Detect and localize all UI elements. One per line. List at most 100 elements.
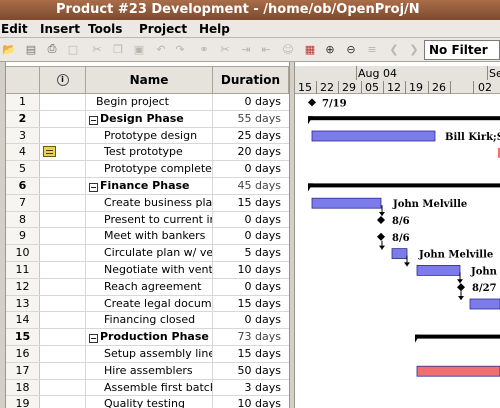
indent-icon[interactable]: ⇥	[238, 41, 254, 57]
duration-cell[interactable]: 55 days	[213, 111, 289, 127]
task-bar[interactable]	[391, 248, 408, 260]
duration-cell[interactable]: 20 days	[213, 144, 289, 160]
row-number[interactable]: 19	[6, 396, 40, 408]
open-icon[interactable]: 📂	[1, 41, 17, 57]
duration-cell[interactable]: 0 days	[213, 279, 289, 295]
milestone[interactable]	[308, 98, 316, 107]
duration-cell[interactable]: 25 days	[213, 128, 289, 144]
duration-cell[interactable]: 0 days	[213, 212, 289, 228]
print-icon[interactable]: ⎙	[44, 41, 60, 57]
task-bar[interactable]	[416, 264, 461, 276]
task-row[interactable]: 11 Negotiate with venture10 days	[6, 262, 289, 279]
menu-project[interactable]: Project	[139, 20, 187, 38]
row-number[interactable]: 11	[6, 262, 40, 278]
duration-cell[interactable]: 0 days	[213, 228, 289, 244]
row-number[interactable]: 12	[6, 278, 40, 295]
task-name-cell[interactable]: Hire assemblers	[86, 362, 213, 379]
task-row[interactable]: 17 Hire assemblers 50 days	[6, 362, 289, 380]
save-icon[interactable]: ▤	[23, 41, 39, 57]
row-number[interactable]: 8	[6, 211, 40, 228]
duration-cell[interactable]: 15 days	[213, 296, 289, 312]
task-name-cell[interactable]: Reach agreement	[86, 278, 213, 295]
dependency-arrow[interactable]	[379, 245, 385, 250]
grid-header-indicators[interactable]: i	[40, 66, 86, 94]
outdent-icon[interactable]: ⇤	[258, 41, 274, 57]
assign-resource-icon[interactable]: ☺	[280, 41, 296, 57]
calendar-icon[interactable]: ▦	[302, 41, 318, 57]
row-number[interactable]: 3	[6, 127, 40, 144]
duration-cell[interactable]: 50 days	[213, 363, 289, 379]
row-number[interactable]: 15	[6, 329, 40, 345]
menu-edit[interactable]: Edit	[1, 20, 28, 38]
note-icon[interactable]	[43, 146, 56, 158]
filter-select[interactable]: No Filter	[424, 40, 500, 60]
row-number[interactable]: 16	[6, 346, 40, 362]
dependency-arrow[interactable]	[458, 296, 464, 300]
task-row[interactable]: 3 Prototype design 25 days	[6, 127, 289, 145]
task-bar[interactable]	[416, 365, 500, 377]
dependency-arrow[interactable]	[404, 262, 410, 267]
row-number[interactable]: 14	[6, 312, 40, 329]
task-name-cell[interactable]: Setup assembly line	[86, 346, 213, 362]
task-name-cell[interactable]: Create legal document	[86, 295, 213, 312]
row-number[interactable]: 2	[6, 110, 40, 127]
paste-icon[interactable]: ▣	[131, 41, 147, 57]
collapse-icon[interactable]: −	[89, 183, 98, 192]
task-row[interactable]: 1 Begin project 0 days	[6, 94, 289, 111]
summary-bar[interactable]	[308, 183, 500, 188]
duration-cell[interactable]: 0 days	[213, 94, 289, 110]
duration-cell[interactable]: 45 days	[213, 178, 289, 194]
task-bar[interactable]	[311, 197, 382, 209]
row-number[interactable]: 7	[6, 194, 40, 211]
duration-cell[interactable]: 73 days	[213, 329, 289, 345]
row-number[interactable]: 17	[6, 362, 40, 379]
row-number[interactable]: 13	[6, 295, 40, 312]
task-row[interactable]: 13 Create legal document15 days	[6, 295, 289, 313]
task-row[interactable]: 14 Financing closed 0 days	[6, 312, 289, 330]
row-number[interactable]: 5	[6, 161, 40, 177]
task-name-cell[interactable]: Prototype completed	[86, 161, 213, 177]
task-name-cell[interactable]: − Design Phase	[86, 110, 213, 127]
print-preview-icon[interactable]: □	[65, 41, 81, 57]
row-number[interactable]: 4	[6, 144, 40, 161]
dependency-arrow[interactable]	[457, 279, 463, 284]
summary-task-row[interactable]: 15− Production Phase 73 days	[6, 329, 289, 346]
undo-icon[interactable]: ↶	[153, 41, 169, 57]
grid-header-duration[interactable]: Duration	[213, 66, 289, 94]
link-icon[interactable]: ⚭	[196, 41, 212, 57]
task-bar[interactable]	[311, 130, 436, 142]
task-name-cell[interactable]: Create business plan	[86, 194, 213, 211]
grid-header-corner[interactable]	[6, 66, 40, 94]
task-name-cell[interactable]: Assemble first batch	[86, 379, 213, 396]
task-row[interactable]: 5 Prototype completed 0 days	[6, 161, 289, 178]
duration-cell[interactable]: 15 days	[213, 346, 289, 362]
task-row[interactable]: 18 Assemble first batch 3 days	[6, 379, 289, 397]
collapse-icon[interactable]: −	[89, 115, 98, 125]
row-number[interactable]: 18	[6, 379, 40, 396]
duration-cell[interactable]: 15 days	[213, 195, 289, 211]
zoom-out-icon[interactable]: ⊖	[343, 41, 359, 57]
copy-icon[interactable]: ❐	[110, 41, 126, 57]
duration-cell[interactable]: 0 days	[213, 312, 289, 328]
task-row[interactable]: 12 Reach agreement 0 days	[6, 278, 289, 296]
duration-cell[interactable]: 10 days	[213, 396, 289, 408]
cut-icon[interactable]: ✂	[89, 41, 105, 57]
redo-icon[interactable]: ↷	[172, 41, 188, 57]
task-row[interactable]: 9 Meet with bankers 0 days	[6, 228, 289, 246]
dependency-arrow[interactable]	[379, 212, 385, 216]
task-name-cell[interactable]: Present to current inve	[86, 211, 213, 228]
menu-tools[interactable]: Tools	[88, 20, 122, 38]
row-number[interactable]: 6	[6, 178, 40, 194]
zoom-in-icon[interactable]: ⊕	[322, 41, 338, 57]
task-name-cell[interactable]: Circulate plan w/ ventu	[86, 245, 213, 261]
previous-icon[interactable]: ❮	[386, 41, 402, 57]
unlink-icon[interactable]: ✂	[217, 41, 233, 57]
task-bar[interactable]	[469, 298, 500, 310]
next-icon[interactable]: ❯	[406, 41, 422, 57]
grid-header-name[interactable]: Name	[86, 66, 213, 94]
task-row[interactable]: 7 Create business plan 15 days	[6, 194, 289, 212]
task-name-cell[interactable]: Quality testing	[86, 396, 213, 408]
task-row[interactable]: 16 Setup assembly line 15 days	[6, 346, 289, 363]
menu-insert[interactable]: Insert	[40, 20, 80, 38]
task-row[interactable]: 19 Quality testing 10 days	[6, 396, 289, 408]
